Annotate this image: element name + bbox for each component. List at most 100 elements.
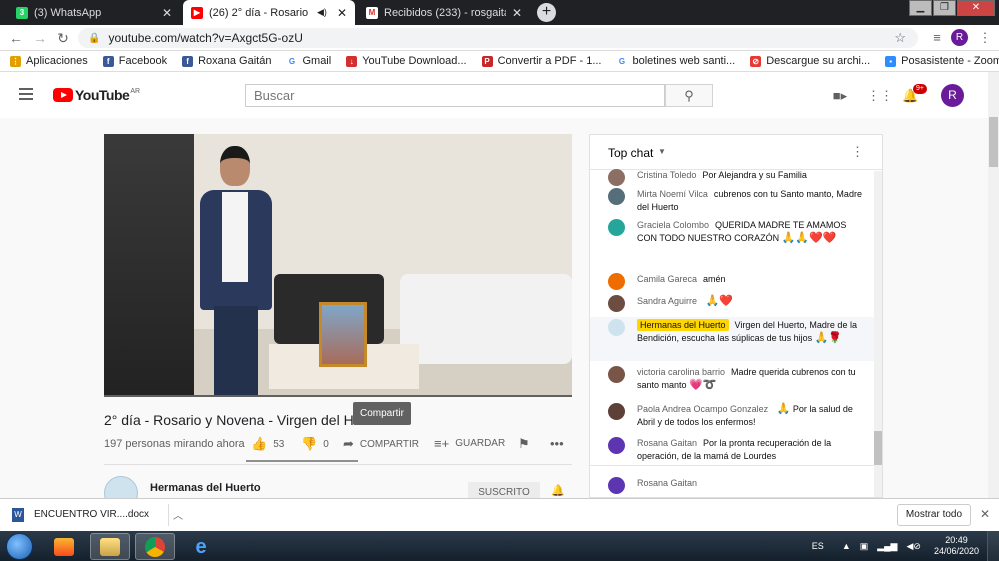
volume-icon[interactable]: ◀⊘ — [906, 541, 920, 552]
dropdown-caret-icon[interactable]: ▼ — [658, 147, 666, 156]
tab-title: (26) 2° día - Rosario y Nove — [209, 6, 311, 19]
chat-message: victoria carolina barrio Madre querida cu… — [590, 366, 874, 392]
close-tab-icon[interactable]: ✕ — [512, 6, 522, 20]
message-author[interactable]: Sandra Aguirre — [637, 296, 697, 306]
divider — [104, 464, 572, 465]
network-signal-icon[interactable]: ▂▄▆ — [877, 541, 897, 552]
tab-youtube[interactable]: ▶ (26) 2° día - Rosario y Nove ◀) ✕ — [183, 0, 355, 25]
account-avatar[interactable]: R — [941, 84, 964, 107]
bookmark-descargue[interactable]: ⊘ Descargue su archi... — [750, 55, 870, 67]
browser-profile-avatar[interactable]: R — [951, 29, 968, 46]
clock[interactable]: 20:49 24/06/2020 — [934, 535, 979, 557]
bookmark-roxana[interactable]: f Roxana Gaitán — [182, 55, 271, 67]
bookmark-star-icon[interactable]: ☆ — [894, 30, 906, 46]
bookmarks-bar: ⋮ Aplicaciones f Facebook f Roxana Gaitán G… — [0, 51, 999, 72]
tab-whatsapp[interactable]: 3 (3) WhatsApp ✕ — [8, 0, 180, 25]
message-author[interactable]: Paola Andrea Ocampo Gonzalez — [637, 404, 768, 414]
bookmark-label: Facebook — [118, 55, 168, 67]
new-tab-button[interactable]: + — [537, 3, 556, 22]
bookmark-facebook[interactable]: f Facebook — [102, 55, 168, 67]
download-icon: ↓ — [346, 55, 358, 67]
message-author[interactable]: Rosana Gaitan — [637, 438, 697, 448]
user-avatar — [608, 437, 625, 454]
channel-name[interactable]: Hermanas del Huerto — [150, 482, 261, 494]
dislike-button[interactable]: 👎 0 — [301, 436, 329, 452]
share-label: COMPARTIR — [359, 438, 419, 450]
chat-scrollbar[interactable] — [874, 171, 882, 497]
pdf-icon: P — [481, 55, 493, 67]
search-input[interactable]: Buscar — [245, 84, 665, 107]
chrome-icon[interactable] — [135, 533, 175, 560]
bookmark-label: Descargue su archi... — [766, 55, 871, 67]
speaker-icon[interactable]: ◀) — [317, 7, 327, 18]
minimize-button[interactable]: ▁ — [909, 0, 932, 16]
bookmark-label: Roxana Gaitán — [198, 55, 272, 67]
save-button[interactable]: ≡+ GUARDAR — [434, 436, 505, 451]
blocked-icon: ⊘ — [750, 55, 762, 67]
owner-badge-author[interactable]: Hermanas del Huerto — [637, 319, 729, 331]
forward-arrow-icon[interactable]: → — [31, 29, 49, 47]
channel-avatar — [608, 319, 625, 336]
restore-button[interactable]: ❐ — [933, 0, 956, 16]
bookmark-pdf[interactable]: P Convertir a PDF - 1... — [481, 55, 602, 67]
address-bar[interactable]: 🔒 youtube.com/watch?v=Axgct5G-ozU ☆ — [78, 28, 918, 48]
close-window-button[interactable]: ✕ — [957, 0, 995, 16]
apps-grid-icon[interactable]: ⋮⋮ — [867, 88, 893, 104]
share-button[interactable]: ➦ COMPARTIR — [343, 436, 419, 452]
message-author[interactable]: Camila Gareca — [637, 274, 697, 284]
bookmark-gmail[interactable]: G Gmail — [286, 55, 331, 67]
window-controls: ▁ ❐ ✕ — [908, 0, 995, 16]
youtube-header: YouTube AR Buscar ⚲ ■▸ ⋮⋮ 🔔 9+ R — [0, 72, 988, 118]
chat-mode-selector[interactable]: Top chat — [608, 146, 653, 160]
report-button[interactable]: ⚑ — [518, 436, 536, 452]
youtube-logo[interactable]: YouTube AR — [53, 87, 140, 103]
close-download-bar-icon[interactable]: ✕ — [980, 507, 990, 521]
bookmark-boletines[interactable]: Gboletines web santi... — [616, 55, 735, 67]
tab-gmail[interactable]: M Recibidos (233) - rosgaita@gmai ✕ — [358, 0, 530, 25]
start-button[interactable] — [6, 533, 33, 560]
more-actions-button[interactable]: ••• — [550, 436, 570, 451]
chat-message-pending: Rosana Gaitan — [590, 477, 874, 494]
message-author[interactable]: victoria carolina barrio — [637, 367, 725, 377]
search-icon: ⚲ — [684, 88, 694, 103]
hamburger-menu-icon[interactable] — [19, 88, 33, 100]
tray-app-icon[interactable]: ▣ — [860, 541, 869, 552]
language-indicator[interactable]: ES — [812, 541, 824, 551]
video-progress-bar[interactable] — [104, 395, 572, 397]
video-player[interactable] — [104, 134, 572, 397]
bookmark-zoom[interactable]: ▪ Posasistente - Zoom — [885, 55, 999, 67]
chevron-up-icon[interactable]: ︿ — [173, 507, 183, 522]
bookmark-youtube-download[interactable]: ↓ YouTube Download... — [346, 55, 467, 67]
show-all-button[interactable]: Mostrar todo — [897, 504, 971, 526]
media-control-icon[interactable]: ≡ — [928, 29, 946, 47]
chat-message: Cristina Toledo Por Alejandra y su Famili… — [590, 169, 874, 186]
channel-bell-icon[interactable]: 🔔 — [551, 484, 565, 497]
file-explorer-icon[interactable] — [90, 533, 130, 560]
download-bar: W ENCUENTRO VIR....docx ︿ Mostrar todo ✕ — [0, 498, 999, 531]
close-tab-icon[interactable]: ✕ — [162, 6, 172, 20]
download-item[interactable]: W ENCUENTRO VIR....docx ︿ — [12, 507, 183, 522]
create-video-icon[interactable]: ■▸ — [832, 88, 848, 104]
tray-expand-icon[interactable]: ▲ — [842, 541, 851, 551]
page-scrollbar[interactable] — [988, 72, 999, 498]
whatsapp-icon: 3 — [16, 6, 28, 19]
chat-menu-icon[interactable]: ⋮ — [851, 144, 864, 160]
windows-taskbar: e ES ▲ ▣ ▂▄▆ ◀⊘ 20:49 24/06/2020 — [0, 531, 999, 561]
message-author[interactable]: Graciela Colombo — [637, 220, 709, 230]
bookmark-apps[interactable]: ⋮ Aplicaciones — [10, 55, 88, 67]
message-author[interactable]: Mirta Noemí Vilca — [637, 189, 708, 199]
message-author: Rosana Gaitan — [637, 478, 698, 488]
browser-menu-icon[interactable]: ⋮ — [976, 29, 994, 47]
internet-explorer-icon[interactable]: e — [181, 533, 221, 560]
like-button[interactable]: 👍 53 — [251, 436, 284, 452]
message-author[interactable]: Cristina Toledo — [637, 170, 696, 180]
search-button[interactable]: ⚲ — [665, 84, 713, 107]
watch-page: 2° día - Rosario y Novena - Virgen del H… — [0, 118, 988, 510]
facebook-icon: f — [182, 55, 194, 67]
close-tab-icon[interactable]: ✕ — [337, 6, 347, 20]
dislike-count: 0 — [323, 438, 329, 450]
reload-icon[interactable]: ↻ — [54, 29, 72, 47]
back-arrow-icon[interactable]: ← — [7, 29, 25, 47]
media-player-icon[interactable] — [44, 533, 84, 560]
show-desktop-button[interactable] — [987, 531, 999, 561]
